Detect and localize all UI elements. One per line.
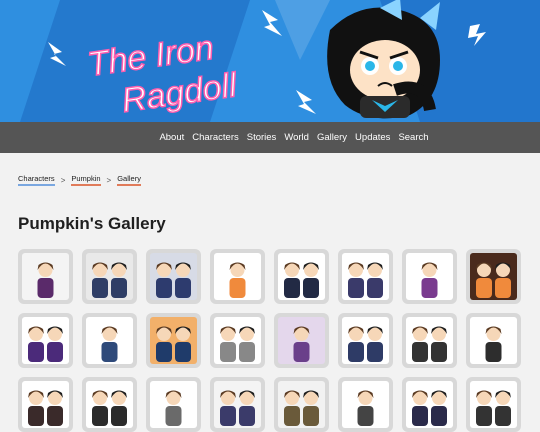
thumbnail-image (342, 253, 389, 300)
nav-characters[interactable]: Characters (192, 132, 238, 143)
thumbnail-image (406, 253, 453, 300)
nav-gallery[interactable]: Gallery (317, 132, 347, 143)
thumbnail-art (156, 326, 191, 362)
thumbnail-art (101, 326, 118, 362)
gallery-thumbnail[interactable] (82, 249, 137, 304)
gallery-thumbnail[interactable] (402, 313, 457, 368)
thumbnail-art (37, 262, 54, 298)
gallery-thumbnail[interactable] (210, 313, 265, 368)
gallery-thumbnail[interactable] (18, 249, 73, 304)
gallery-thumbnail[interactable] (146, 313, 201, 368)
thumbnail-art (485, 326, 502, 362)
thumbnail-image (278, 317, 325, 364)
thumbnail-art (229, 262, 246, 298)
gallery-thumbnail[interactable] (466, 249, 521, 304)
thumbnail-image (342, 317, 389, 364)
nav-updates[interactable]: Updates (355, 132, 390, 143)
breadcrumb-gallery[interactable]: Gallery (117, 174, 141, 186)
thumbnail-art (284, 262, 319, 298)
page-title: Pumpkin's Gallery (18, 214, 166, 233)
thumbnail-image (214, 253, 261, 300)
thumbnail-image (406, 317, 453, 364)
gallery-thumbnail[interactable] (466, 313, 521, 368)
thumbnail-art (421, 262, 438, 298)
breadcrumb-separator: > (60, 175, 66, 185)
thumbnail-image (22, 317, 69, 364)
thumbnail-image (470, 253, 517, 300)
thumbnail-art (348, 326, 383, 362)
site-banner: The Iron Ragdoll (0, 0, 540, 122)
thumbnail-art (220, 326, 255, 362)
nav-stories[interactable]: Stories (247, 132, 277, 143)
thumbnail-art (28, 326, 63, 362)
thumbnail-art (412, 326, 447, 362)
thumbnail-image (86, 317, 133, 364)
thumbnail-image (86, 253, 133, 300)
thumbnail-art (476, 262, 511, 298)
gallery-thumbnail[interactable] (338, 249, 393, 304)
breadcrumb-characters[interactable]: Characters (18, 174, 55, 186)
thumbnail-art (293, 326, 310, 362)
gallery-thumbnail[interactable] (274, 313, 329, 368)
thumbnail-art (348, 262, 383, 298)
banner-art: The Iron Ragdoll (0, 0, 540, 122)
nav-world[interactable]: World (284, 132, 309, 143)
breadcrumb-separator: > (106, 175, 112, 185)
gallery-thumbnail[interactable] (338, 313, 393, 368)
thumbnail-image (150, 253, 197, 300)
thumbnail-image (470, 317, 517, 364)
thumbnail-image (278, 253, 325, 300)
gallery-thumbnail[interactable] (402, 249, 457, 304)
thumbnail-image (22, 253, 69, 300)
thumbnail-image (150, 317, 197, 364)
thumbnail-art (156, 262, 191, 298)
breadcrumb: Characters > Pumpkin > Gallery (18, 174, 141, 186)
nav-about[interactable]: About (159, 132, 184, 143)
gallery-thumbnail[interactable] (82, 313, 137, 368)
thumbnail-art (92, 262, 127, 298)
thumbnail-image (214, 317, 261, 364)
nav-search[interactable]: Search (398, 132, 428, 143)
breadcrumb-pumpkin[interactable]: Pumpkin (71, 174, 101, 186)
main-nav: About Characters Stories World Gallery U… (0, 122, 540, 153)
gallery-thumbnail[interactable] (274, 249, 329, 304)
gallery-thumbnail[interactable] (210, 249, 265, 304)
gallery-thumbnail[interactable] (146, 249, 201, 304)
gallery-thumbnail[interactable] (18, 313, 73, 368)
